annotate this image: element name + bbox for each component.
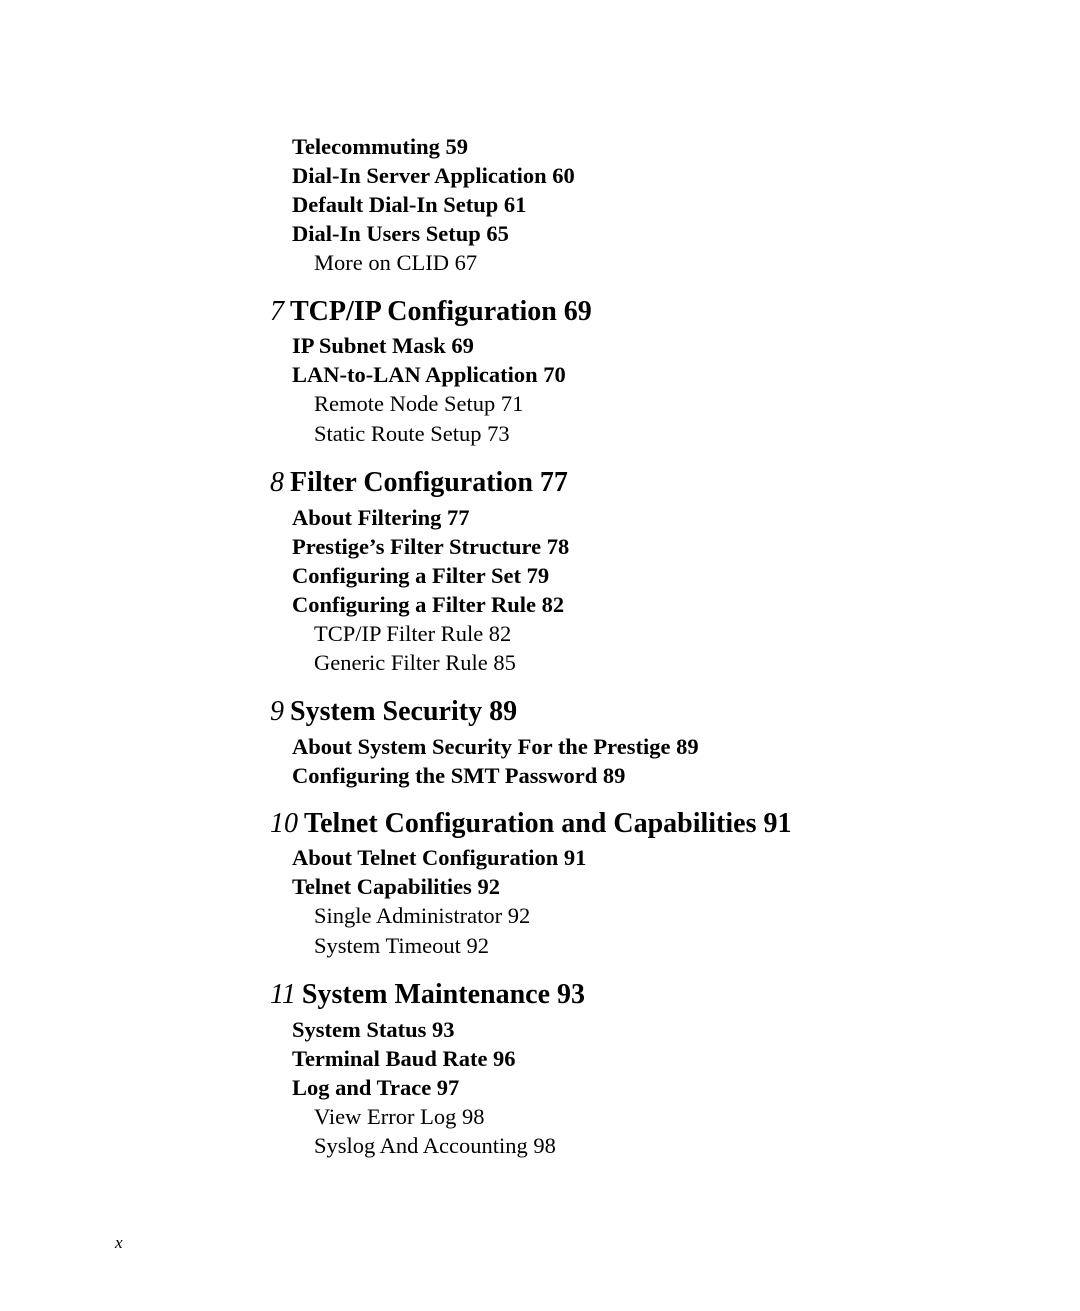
toc-entry: Dial-In Users Setup 65 (292, 221, 509, 246)
toc-entry: Terminal Baud Rate 96 (292, 1046, 516, 1071)
toc-entry: About System Security For the Prestige 8… (292, 734, 699, 759)
toc-subentry: System Timeout 92 (314, 933, 490, 958)
chapter-title: Telnet Configuration and Capabilities 91 (304, 808, 792, 839)
chapter-heading: 8 Filter Configuration 77 (270, 469, 568, 497)
toc-entry: Telnet Capabilities 92 (292, 874, 500, 899)
toc-entry: System Status 93 (292, 1017, 455, 1042)
toc-entry: IP Subnet Mask 69 (292, 333, 474, 358)
toc-entry: About Filtering 77 (292, 505, 470, 530)
page-number: x (115, 1233, 123, 1252)
toc-entry: Configuring a Filter Set 79 (292, 563, 550, 588)
chapter-title: Filter Configuration 77 (290, 467, 568, 498)
toc-entry: Prestige’s Filter Structure 78 (292, 534, 570, 559)
toc-entry: LAN-to-LAN Application 70 (292, 362, 566, 387)
toc-entry: Dial-In Server Application 60 (292, 163, 575, 188)
chapter-heading: 7 TCP/IP Configuration 69 (270, 298, 592, 326)
toc-subentry: Generic Filter Rule 85 (314, 650, 516, 675)
chapter-heading: 11 System Maintenance 93 (270, 981, 585, 1009)
toc-entry: Default Dial-In Setup 61 (292, 192, 527, 217)
toc-entry: About Telnet Configuration 91 (292, 845, 587, 870)
chapter-heading: 9 System Security 89 (270, 698, 517, 726)
chapter-number: 8 (270, 467, 284, 498)
toc-subentry: More on CLID 67 (314, 250, 478, 275)
toc-subentry: View Error Log 98 (314, 1104, 485, 1129)
chapter-heading: 10 Telnet Configuration and Capabilities … (270, 810, 791, 838)
toc-subentry: Syslog And Accounting 98 (314, 1133, 556, 1158)
toc-subentry: TCP/IP Filter Rule 82 (314, 621, 512, 646)
chapter-title: System Security 89 (290, 696, 518, 727)
chapter-number: 11 (270, 979, 296, 1010)
toc-subentry: Static Route Setup 73 (314, 421, 510, 446)
toc-subentry: Remote Node Setup 71 (314, 391, 524, 416)
toc-subentry: Single Administrator 92 (314, 903, 531, 928)
toc-entry: Configuring a Filter Rule 82 (292, 592, 565, 617)
chapter-number: 10 (270, 808, 298, 839)
chapter-number: 9 (270, 696, 284, 727)
chapter-number: 7 (270, 296, 284, 327)
chapter-title: System Maintenance 93 (301, 979, 585, 1010)
toc-entry: Configuring the SMT Password 89 (292, 763, 626, 788)
toc-entry: Telecommuting 59 (292, 134, 469, 159)
chapter-title: TCP/IP Configuration 69 (290, 296, 592, 327)
toc-entry: Log and Trace 97 (292, 1075, 460, 1100)
